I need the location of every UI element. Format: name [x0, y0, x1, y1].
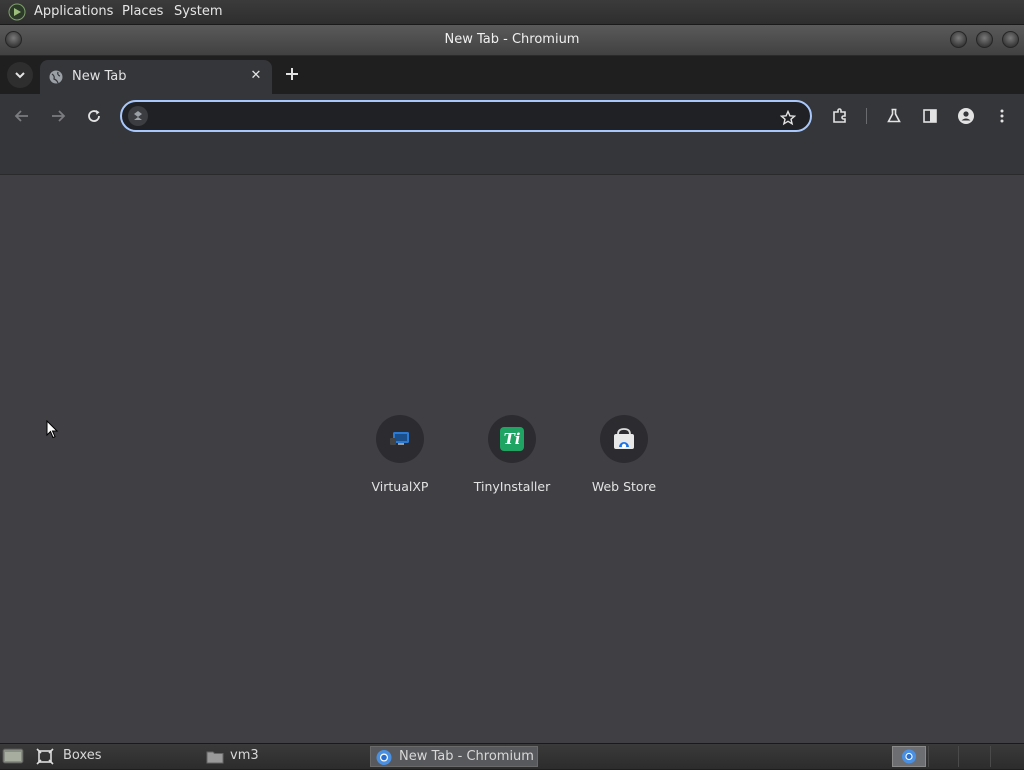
arrow-left-icon	[14, 110, 28, 122]
taskbar-item-chromium[interactable]: New Tab - Chromium	[370, 746, 538, 767]
taskbar-item-label: New Tab - Chromium	[399, 749, 534, 764]
taskbar-item-label: vm3	[230, 748, 259, 763]
workspace-switcher[interactable]	[892, 746, 926, 767]
workspace-3[interactable]	[958, 746, 989, 767]
virtualxp-icon	[376, 415, 424, 463]
globe-icon	[49, 70, 63, 84]
applications-menu[interactable]: Applications	[34, 4, 113, 19]
maximize-button[interactable]	[976, 31, 993, 48]
shortcut-label: Web Store	[591, 479, 657, 494]
bottom-panel: Boxes vm3 New Tab - Chromium	[0, 743, 1024, 769]
toolbar-divider	[866, 108, 867, 124]
tinyinstaller-glyph: Ti	[500, 427, 524, 451]
tab-strip: New Tab ✕	[0, 56, 1024, 94]
close-tab-icon[interactable]: ✕	[248, 68, 264, 84]
bookmark-star-icon[interactable]	[776, 106, 800, 130]
tinyinstaller-icon: Ti	[488, 415, 536, 463]
workspace-4[interactable]	[990, 746, 1023, 767]
avatar-icon	[958, 108, 974, 124]
shortcut-tinyinstaller[interactable]: Ti TinyInstaller	[457, 415, 567, 505]
new-tab-page: VirtualXP Ti TinyInstaller Web Store	[0, 175, 1024, 743]
boxes-icon	[36, 748, 54, 765]
shortcut-label: TinyInstaller	[473, 479, 551, 494]
back-button[interactable]	[10, 104, 34, 128]
tab-label: New Tab	[72, 69, 127, 84]
chevron-down-icon	[15, 72, 25, 79]
window-title: New Tab - Chromium	[444, 32, 580, 47]
site-info-icon[interactable]	[128, 106, 148, 126]
omnibox-input[interactable]	[156, 106, 780, 128]
side-panel-button[interactable]	[918, 104, 942, 128]
shortcut-web-store[interactable]: Web Store	[569, 415, 679, 505]
window-titlebar[interactable]: New Tab - Chromium	[0, 25, 1024, 56]
close-window-button[interactable]	[1002, 31, 1019, 48]
arrow-right-icon	[52, 110, 66, 122]
minimize-button[interactable]	[950, 31, 967, 48]
chromium-icon	[902, 749, 916, 764]
new-tab-button[interactable]	[282, 64, 302, 84]
shortcut-label: VirtualXP	[371, 479, 429, 494]
taskbar-item-label: Boxes	[63, 748, 102, 763]
toolbar	[0, 94, 1024, 138]
mouse-cursor-icon	[46, 419, 59, 443]
plus-icon	[286, 68, 298, 80]
places-menu[interactable]: Places	[122, 4, 163, 19]
taskbar-item-boxes[interactable]: Boxes	[32, 746, 200, 767]
web-store-icon	[600, 415, 648, 463]
folder-icon	[206, 748, 224, 765]
workspace-2[interactable]	[928, 746, 957, 767]
side-panel-icon	[923, 109, 937, 123]
tab-new-tab[interactable]: New Tab ✕	[40, 60, 272, 94]
menu-button[interactable]	[990, 104, 1014, 128]
show-desktop-icon[interactable]	[2, 747, 24, 769]
tab-search-button[interactable]	[7, 62, 33, 88]
reload-icon	[88, 110, 100, 122]
reload-button[interactable]	[82, 104, 106, 128]
bookmarks-bar	[0, 138, 1024, 175]
shortcut-virtualxp[interactable]: VirtualXP	[345, 415, 455, 505]
applications-menu-icon[interactable]	[8, 3, 26, 21]
labs-button[interactable]	[882, 104, 906, 128]
forward-button[interactable]	[46, 104, 70, 128]
address-bar[interactable]	[120, 100, 812, 132]
profile-button[interactable]	[954, 104, 978, 128]
flask-icon	[887, 108, 901, 123]
puzzle-icon	[833, 108, 846, 123]
top-panel: Applications Places System	[0, 0, 1024, 25]
chromium-icon	[375, 749, 393, 766]
extensions-button[interactable]	[828, 104, 852, 128]
taskbar-item-vm3[interactable]: vm3	[202, 746, 368, 767]
system-menu[interactable]: System	[174, 4, 222, 19]
kebab-menu-icon	[1000, 109, 1004, 123]
